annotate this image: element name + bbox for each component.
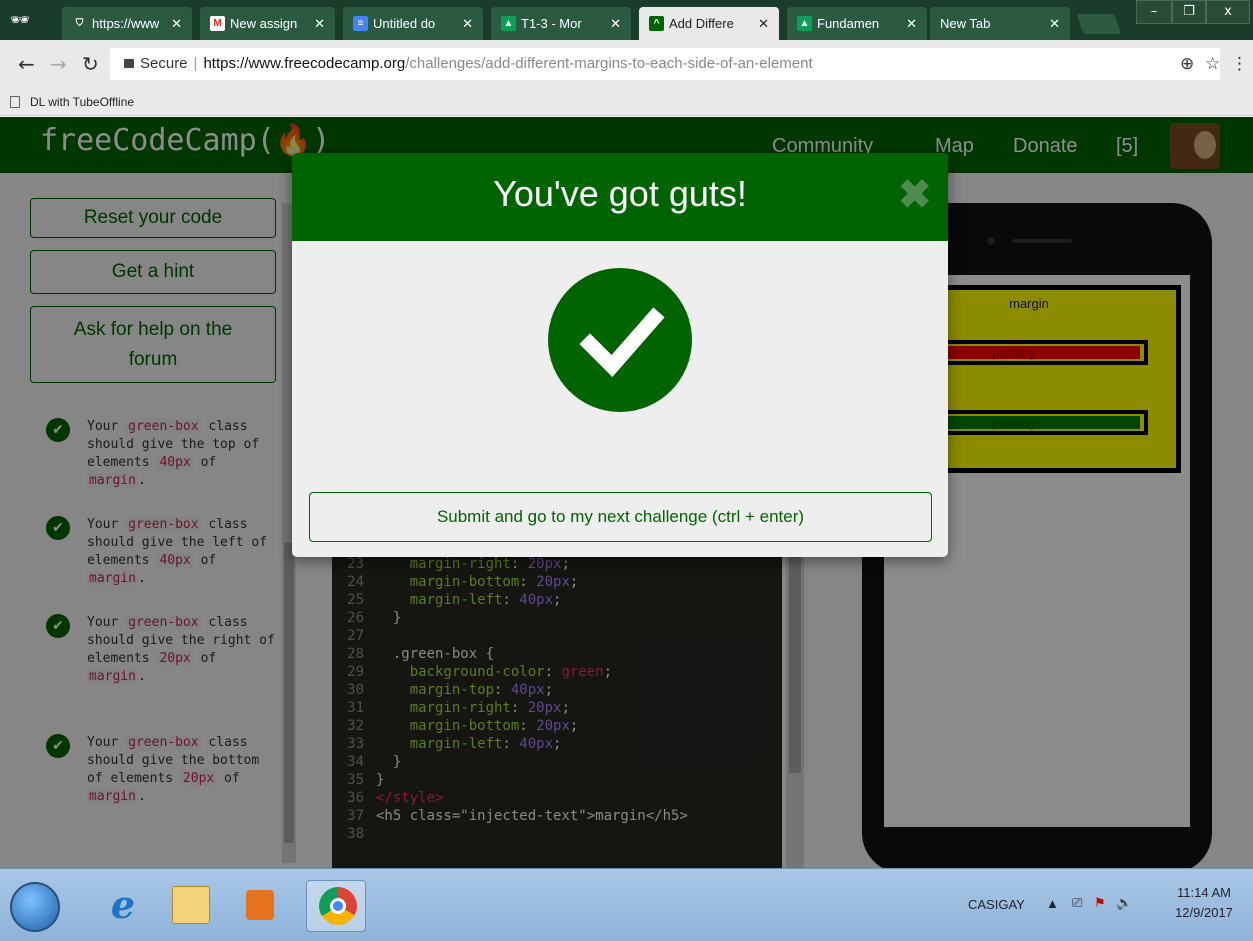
folder-icon	[172, 886, 210, 924]
menu-icon[interactable]: ⋮	[1231, 54, 1248, 74]
clock-time[interactable]: 11:14 AM	[1164, 885, 1244, 900]
star-icon[interactable]: ☆	[1205, 54, 1220, 74]
tab-title: Add Differe	[669, 16, 734, 31]
start-button[interactable]	[10, 882, 60, 932]
reload-icon[interactable]: ↻	[82, 52, 99, 76]
tray-user-label: CASIGAY	[968, 897, 1025, 912]
url-separator: |	[193, 55, 198, 72]
page-icon	[10, 96, 20, 108]
tab-close-icon[interactable]: ✕	[1049, 7, 1060, 40]
minimize-button[interactable]: –	[1136, 0, 1172, 24]
success-check-icon	[548, 268, 692, 412]
tab-close-icon[interactable]: ✕	[610, 7, 621, 40]
incognito-icon: 🕶	[9, 10, 31, 29]
classroom-icon: ▲	[797, 16, 812, 31]
shield-icon: ⛉	[75, 18, 84, 29]
tab-title: https://www	[92, 16, 160, 31]
close-icon[interactable]: ✖	[898, 173, 932, 217]
bookmark-tubeoffline[interactable]: DL with TubeOffline	[30, 95, 134, 109]
tab-close-icon[interactable]: ✕	[314, 7, 325, 40]
new-tab-button[interactable]	[1076, 14, 1122, 34]
tab-title: T1-3 - Mor	[521, 16, 582, 31]
network-icon[interactable]: ⎚	[1072, 895, 1082, 911]
media-player-button[interactable]	[230, 880, 290, 932]
tab-title: Untitled do	[373, 16, 436, 31]
docs-icon: ≡	[353, 16, 368, 31]
tab-close-icon[interactable]: ✕	[462, 7, 473, 40]
secure-label: Secure	[140, 55, 188, 72]
internet-explorer-button[interactable]: e	[92, 880, 152, 932]
tray-expand-icon[interactable]: ▲	[1046, 896, 1059, 911]
zoom-icon[interactable]: ⊕	[1180, 54, 1194, 74]
file-explorer-button[interactable]	[160, 880, 220, 932]
tab-title: Fundamen	[817, 16, 880, 31]
modal-header: You've got guts! ✖	[292, 153, 948, 241]
back-icon[interactable]: ←	[18, 52, 35, 76]
address-bar: ← → ↻ Secure | https://www.freecodecamp.or…	[0, 40, 1253, 88]
tab-title: New Tab	[940, 16, 991, 31]
tab-untitled-doc[interactable]: ≡ Untitled do ✕	[343, 7, 483, 40]
tab-close-icon[interactable]: ✕	[906, 7, 917, 40]
clock-date[interactable]: 12/9/2017	[1164, 905, 1244, 920]
url-input[interactable]: Secure | https://www.freecodecamp.org/chal…	[110, 48, 1220, 80]
tab-title: New assign	[230, 16, 298, 31]
forward-icon[interactable]: →	[50, 52, 67, 76]
chrome-icon	[319, 887, 357, 925]
bookmarks-bar: DL with TubeOffline	[0, 88, 1253, 116]
lock-icon	[124, 59, 134, 68]
maximize-button[interactable]: ❐	[1172, 0, 1206, 24]
tab-new-tab[interactable]: New Tab ✕	[930, 7, 1070, 40]
fcc-icon: ^	[649, 16, 664, 31]
submit-next-challenge-button[interactable]: Submit and go to my next challenge (ctrl…	[309, 492, 932, 542]
media-icon	[246, 890, 274, 920]
windows-taskbar: e CASIGAY ▲ ⎚ ⚑ 🔈 11:14 AM 12/9/2017	[0, 868, 1253, 941]
tab-strip: 🕶 ⛉ https://www ✕ M New assign ✕ ≡ Untit…	[0, 0, 1253, 40]
success-modal: You've got guts! ✖ Submit and go to my n…	[292, 153, 948, 557]
tab-new-assignment[interactable]: M New assign ✕	[200, 7, 335, 40]
tab-close-icon[interactable]: ✕	[171, 7, 182, 40]
tab-fundamentals[interactable]: ▲ Fundamen ✕	[787, 7, 927, 40]
close-window-button[interactable]: x	[1206, 0, 1250, 24]
url-path: /challenges/add-different-margins-to-eac…	[405, 55, 813, 72]
modal-title: You've got guts!	[493, 173, 747, 214]
tab-add-different-margins[interactable]: ^ Add Differe ✕	[639, 7, 779, 40]
chrome-taskbar-button[interactable]	[306, 880, 366, 932]
classroom-icon: ▲	[501, 16, 516, 31]
ie-icon: e	[110, 882, 136, 927]
action-center-icon[interactable]: ⚑	[1094, 895, 1106, 911]
volume-icon[interactable]: 🔈	[1116, 895, 1132, 911]
tab-close-icon[interactable]: ✕	[758, 7, 769, 40]
tab-https[interactable]: ⛉ https://www ✕	[62, 7, 192, 40]
url-host: https://www.freecodecamp.org	[203, 55, 406, 72]
gmail-icon: M	[210, 16, 225, 31]
tab-t1-3[interactable]: ▲ T1-3 - Mor ✕	[491, 7, 631, 40]
system-tray: CASIGAY ▲ ⎚ ⚑ 🔈 11:14 AM 12/9/2017	[968, 869, 1253, 941]
